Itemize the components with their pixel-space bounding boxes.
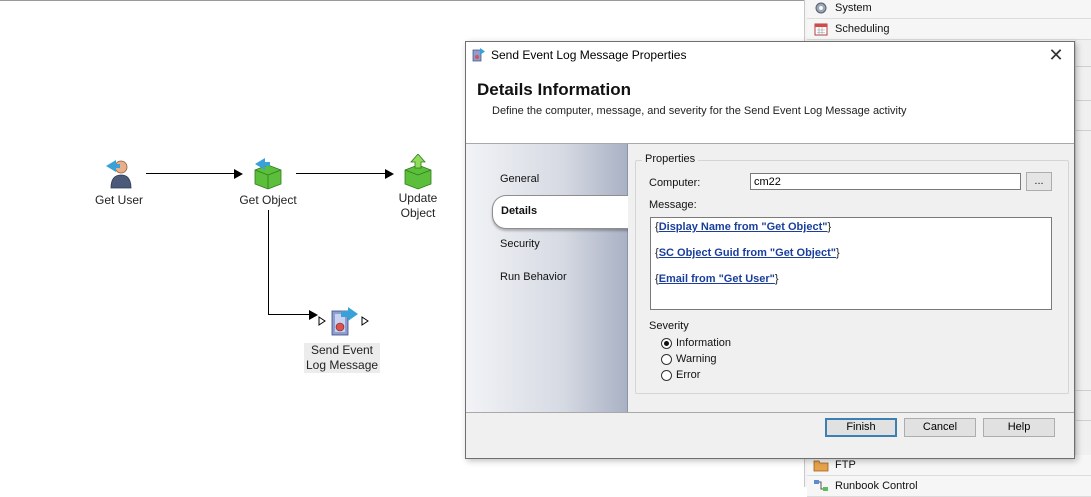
properties-dialog: Send Event Log Message Properties ✕ Deta… (465, 41, 1075, 459)
activity-get-object[interactable]: Get Object (236, 156, 300, 208)
severity-error-radio[interactable]: Error (661, 369, 700, 381)
panel-item-system[interactable]: System (807, 0, 1091, 19)
token-text: Email from "Get User" (658, 273, 775, 285)
nav-run-behavior[interactable]: Run Behavior (500, 271, 567, 283)
connector-handle-left[interactable] (318, 316, 326, 326)
activity-get-user[interactable]: Get User (94, 156, 144, 208)
activity-update-object[interactable]: Update Object (393, 154, 443, 221)
connector-handle-right[interactable] (361, 316, 369, 326)
panel-item-scheduling[interactable]: Scheduling (807, 19, 1091, 40)
scrollbar-tick (1075, 100, 1091, 101)
dialog-header: Details Information Define the computer,… (466, 68, 1074, 144)
computer-input[interactable]: cm22 (750, 173, 1021, 190)
message-token[interactable]: {Display Name from "Get Object"} (655, 221, 831, 233)
properties-group-title: Properties (642, 153, 699, 165)
flow-icon (814, 480, 828, 491)
radio-indicator (661, 369, 672, 381)
dialog-titlebar[interactable]: Send Event Log Message Properties ✕ (466, 42, 1074, 68)
canvas-border (0, 0, 805, 1)
radio-label: Information (676, 337, 732, 349)
cancel-button[interactable]: Cancel (904, 418, 976, 437)
message-textarea[interactable]: {Display Name from "Get Object"} {SC Obj… (650, 217, 1052, 310)
activity-label-line1: Send Event (304, 343, 380, 358)
activity-label-line1: Update (398, 191, 438, 205)
panel-item-label: Runbook Control (835, 480, 918, 492)
radio-indicator (661, 337, 672, 349)
link-line[interactable] (268, 210, 269, 314)
close-button[interactable]: ✕ (1044, 44, 1068, 66)
panel-item-label: FTP (835, 459, 856, 471)
link-line[interactable] (268, 314, 310, 315)
message-token[interactable]: {SC Object Guid from "Get Object"} (655, 247, 840, 259)
severity-warning-radio[interactable]: Warning (661, 353, 717, 365)
token-text: SC Object Guid from "Get Object" (658, 247, 836, 259)
radio-label: Error (676, 369, 701, 381)
activity-label-line2: Log Message (304, 358, 380, 373)
token-close-brace: } (774, 273, 779, 285)
panel-item-label: System (835, 2, 872, 14)
footer-separator (466, 412, 1074, 413)
object-icon (254, 158, 282, 190)
severity-label: Severity (649, 320, 689, 332)
radio-label: Warning (676, 353, 717, 365)
folder-icon (813, 460, 829, 472)
message-token[interactable]: {Email from "Get User"} (655, 273, 779, 285)
dialog-title: Send Event Log Message Properties (491, 48, 687, 62)
finish-button[interactable]: Finish (825, 418, 897, 437)
severity-information-radio[interactable]: Information (661, 337, 731, 349)
user-icon (106, 160, 132, 189)
link-arrowhead (309, 310, 318, 320)
token-close-brace: } (827, 221, 832, 233)
event-log-icon (472, 48, 485, 62)
header-subtitle: Define the computer, message, and severi… (492, 105, 907, 117)
scrollbar-tick (1075, 390, 1091, 391)
scrollbar-tick (1075, 130, 1091, 131)
activity-label: Get User (94, 193, 143, 207)
link-arrowhead (385, 169, 394, 179)
activity-label-line2: Object (400, 206, 436, 220)
nav-security[interactable]: Security (500, 238, 540, 250)
gear-icon (815, 2, 827, 14)
nav-details-label: Details (501, 205, 538, 217)
radio-indicator (661, 353, 672, 365)
nav-details[interactable]: Details (492, 195, 629, 229)
panel-item-label: Scheduling (835, 23, 890, 35)
header-title: Details Information (477, 80, 631, 99)
nav-general[interactable]: General (500, 173, 539, 185)
link-arrowhead (234, 169, 243, 179)
help-button[interactable]: Help (983, 418, 1055, 437)
browse-button[interactable]: ... (1026, 172, 1052, 191)
link-line[interactable] (146, 173, 234, 174)
dialog-nav: General Details Security Run Behavior (466, 144, 629, 412)
computer-label: Computer: (649, 177, 701, 189)
close-icon: ✕ (1048, 45, 1064, 65)
token-close-brace: } (835, 247, 840, 259)
token-text: Display Name from "Get Object" (658, 221, 828, 233)
activity-label: Get Object (239, 193, 297, 207)
scrollbar-tick (1075, 66, 1091, 67)
calendar-icon (814, 23, 828, 36)
panel-scrollbar[interactable] (1075, 40, 1091, 457)
scrollbar-tick (1075, 420, 1091, 421)
update-object-icon (404, 154, 432, 190)
link-line[interactable] (296, 173, 385, 174)
event-log-icon (331, 307, 358, 336)
message-label: Message: (649, 199, 697, 211)
